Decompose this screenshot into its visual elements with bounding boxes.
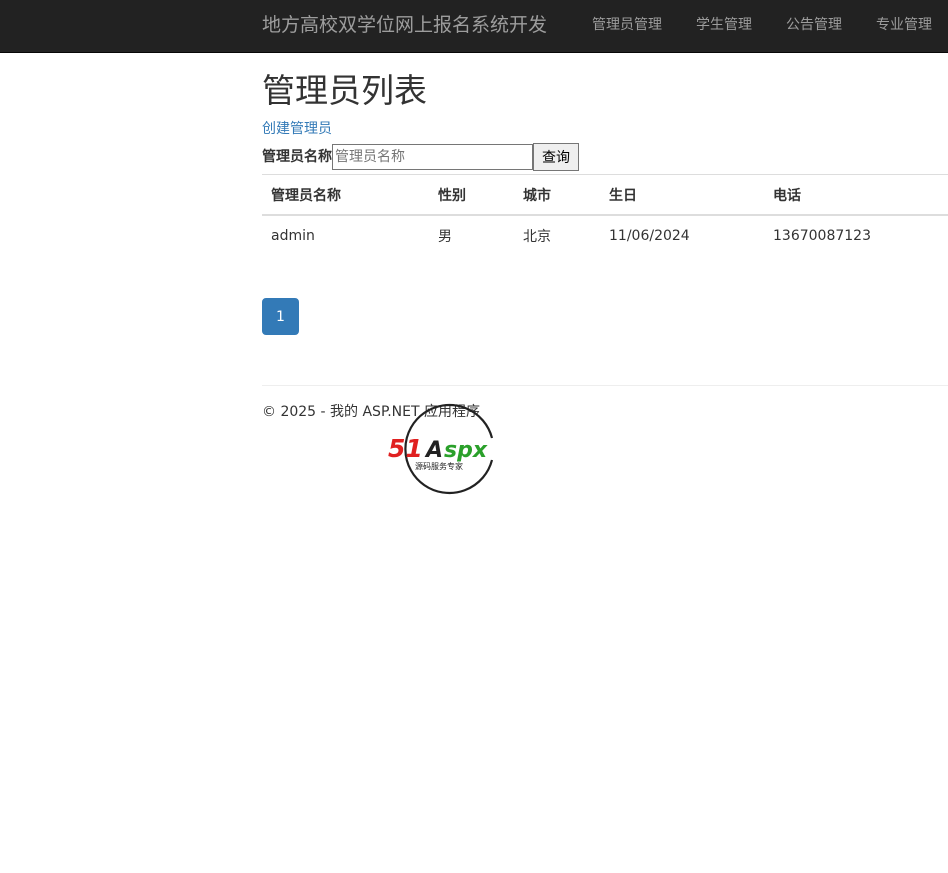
nav-item-notice: 公告管理 xyxy=(769,0,859,52)
watermark-brand-a: A xyxy=(424,438,443,463)
watermark-tagline: 源码服务专家 xyxy=(415,461,463,471)
create-admin-link[interactable]: 创建管理员 xyxy=(262,120,332,138)
nav-link-notice-management[interactable]: 公告管理 xyxy=(769,0,859,50)
table-row: admin 男 北京 11/06/2024 13670087123 xyxy=(262,214,948,255)
nav-link-major-management[interactable]: 专业管理 xyxy=(859,0,948,50)
watermark-brand-51: 51 xyxy=(388,434,423,463)
column-header-phone: 电话 xyxy=(764,174,948,216)
cell-birthday: 11/06/2024 xyxy=(600,214,764,255)
search-label: 管理员名称 xyxy=(262,149,332,165)
navbar: 地方高校双学位网上报名系统开发 管理员管理 学生管理 公告管理 专业管理 xyxy=(0,0,948,53)
table-header-row: 管理员名称 性别 城市 生日 电话 xyxy=(262,174,948,216)
nav-link-admin-management[interactable]: 管理员管理 xyxy=(575,0,679,50)
nav-link-student-management[interactable]: 学生管理 xyxy=(679,0,769,50)
pagination: 1 xyxy=(262,298,948,335)
main-content: 管理员列表 创建管理员 管理员名称 查询 管理员名称 性别 城市 生日 电话 a… xyxy=(262,52,948,422)
cell-phone: 13670087123 xyxy=(764,214,948,255)
cell-name: admin xyxy=(262,214,429,255)
cell-city: 北京 xyxy=(514,214,600,255)
column-header-gender: 性别 xyxy=(429,174,514,216)
watermark-logo: 51 A spx 源码服务专家 xyxy=(388,403,494,495)
search-form: 管理员名称 查询 xyxy=(262,143,948,171)
page-button-1[interactable]: 1 xyxy=(262,298,299,335)
nav-item-student: 学生管理 xyxy=(679,0,769,52)
column-header-birthday: 生日 xyxy=(600,174,764,216)
footer-divider xyxy=(262,385,948,386)
cell-gender: 男 xyxy=(429,214,514,255)
navbar-menu: 管理员管理 学生管理 公告管理 专业管理 xyxy=(575,0,948,52)
column-header-name: 管理员名称 xyxy=(262,174,429,216)
admin-name-search-input[interactable] xyxy=(332,144,533,170)
nav-item-admin: 管理员管理 xyxy=(575,0,679,52)
search-button[interactable]: 查询 xyxy=(533,143,579,171)
page-title: 管理员列表 xyxy=(262,71,427,110)
column-header-city: 城市 xyxy=(514,174,600,216)
watermark-brand-spx: spx xyxy=(444,438,488,463)
admin-table: 管理员名称 性别 城市 生日 电话 admin 男 北京 11/06/2024 … xyxy=(262,174,948,255)
navbar-brand[interactable]: 地方高校双学位网上报名系统开发 xyxy=(262,0,547,52)
nav-item-major: 专业管理 xyxy=(859,0,948,52)
footer-copyright: © 2025 - 我的 ASP.NET 应用程序 xyxy=(262,404,480,420)
